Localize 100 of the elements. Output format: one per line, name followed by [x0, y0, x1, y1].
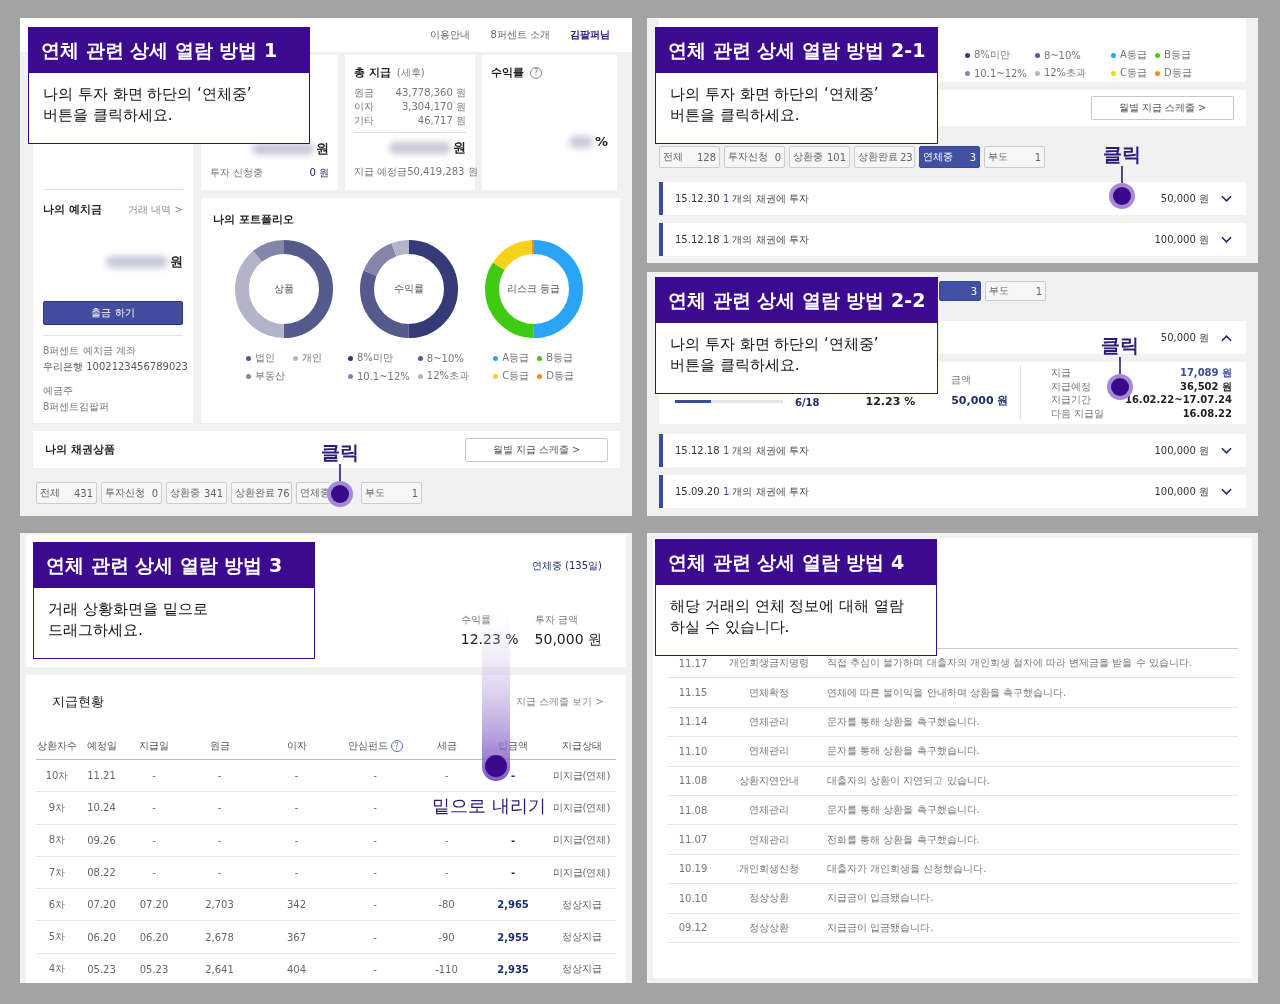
investment-date: 15.12.18: [675, 445, 721, 456]
filter-chip[interactable]: 연체중 3: [919, 146, 980, 168]
filter-chip[interactable]: 연체중: [296, 482, 330, 504]
filter-chip[interactable]: 전체 431: [36, 482, 97, 504]
investment-text: 개의 채권에 투자: [732, 443, 809, 458]
column-header: 이자: [285, 739, 308, 753]
investment-row[interactable]: 15.09.20 1 개의 채권에 투자 100,000 원: [659, 475, 1246, 508]
legend-label: 10.1~12%: [356, 370, 410, 382]
table-cell-text: -110: [434, 963, 459, 975]
investment-row[interactable]: 15.12.18 1 개의 채권에 투자 100,000 원: [659, 223, 1246, 256]
section-title: 나의 포트폴리오: [213, 213, 294, 226]
table-cell-text: 2,703: [204, 899, 235, 911]
return-rate: 12.23 %: [865, 394, 916, 408]
log-message: 문자를 통해 상환을 촉구했습니다.: [826, 744, 981, 759]
callout-text: 해당 거래의 연체 정보에 대해 열람 하실 수 있습니다.: [670, 596, 905, 638]
legend-label: D등급: [546, 369, 574, 383]
table-cell-text: 09.26: [86, 834, 117, 846]
card-note: (세후): [396, 65, 425, 80]
callout-text: 나의 투자 화면 하단의 ‘연체중’ 버튼을 클릭하세요.: [670, 84, 880, 126]
legend-label: B등급: [1164, 48, 1191, 62]
table-cell-text: -: [293, 867, 300, 879]
table-cell-text: -: [372, 867, 378, 879]
investment-amount: 100,000 원: [1154, 484, 1209, 499]
filter-chip[interactable]: 부도 1: [985, 281, 1046, 301]
filter-chip[interactable]: 투자신청 0: [724, 146, 785, 168]
history-link[interactable]: 거래 내역 >: [128, 202, 183, 217]
bond-count: 1: [723, 445, 730, 456]
log-type: 연체확정: [748, 685, 790, 700]
table-cell-text: 6차: [47, 897, 67, 912]
holder-label: 예금주: [43, 384, 74, 398]
withdraw-button[interactable]: 출금 하기: [43, 301, 183, 325]
tap-indicator-icon: [326, 464, 354, 508]
table-cell-text: 06.20: [86, 931, 117, 943]
table-cell-text: -: [293, 770, 300, 782]
chevron-icon[interactable]: [1221, 446, 1232, 455]
payout-label: 원금: [354, 86, 374, 100]
table-cell-text: -: [443, 867, 450, 879]
detail-value: 36,502 원: [1179, 379, 1232, 393]
chevron-icon[interactable]: [1221, 235, 1232, 244]
table-cell-text: -: [509, 867, 517, 879]
investment-amount: 50,000 원: [1160, 191, 1209, 206]
table-cell-text: 367: [285, 931, 308, 943]
table-cell-text: 미지급(연체): [551, 768, 612, 783]
table-cell-text: -: [216, 867, 223, 879]
section-title: 나의 예치금: [43, 202, 102, 217]
log-type: 상환지연안내: [738, 773, 800, 788]
payout-label: 기타: [354, 114, 374, 128]
filter-chip[interactable]: 상환중 341: [166, 482, 227, 504]
chevron-icon[interactable]: [1221, 333, 1232, 342]
payout-value: 46,717 원: [417, 114, 466, 128]
filter-chip[interactable]: 전체 128: [659, 146, 720, 168]
schedule-button[interactable]: 월별 지급 스케줄 >: [1091, 96, 1234, 120]
table-cell-text: -: [151, 834, 157, 846]
investment-date: 15.09.20: [675, 486, 721, 497]
investment-amount: 50,000 원: [1160, 330, 1209, 345]
log-date: 10.10: [677, 892, 709, 904]
nav-link[interactable]: 김팔퍼님: [570, 28, 610, 42]
expected-label: 지급 예정금: [354, 165, 408, 179]
table-cell-text: -: [293, 834, 300, 846]
bond-count: 1: [723, 193, 730, 204]
log-type: 개인회생신청: [738, 861, 800, 876]
investment-row[interactable]: 15.12.18 1 개의 채권에 투자 100,000 원: [659, 434, 1246, 467]
filter-chip[interactable]: 상환완료 23: [854, 146, 915, 168]
schedule-button[interactable]: 월별 지급 스케줄 >: [465, 437, 608, 462]
table-cell-text: -: [372, 931, 378, 943]
currency-unit: 원: [453, 139, 466, 157]
table-cell-text: 5차: [47, 930, 67, 945]
filter-chip[interactable]: 부도 1: [361, 482, 422, 504]
filter-chip[interactable]: 3: [939, 281, 981, 301]
legend-label: C등급: [1120, 66, 1147, 80]
filter-chip[interactable]: 투자신청 0: [101, 482, 162, 504]
filter-chip[interactable]: 상환완료 76: [231, 482, 292, 504]
investment-row[interactable]: 15.12.30 1 개의 채권에 투자 50,000 원: [659, 182, 1246, 215]
chevron-icon[interactable]: [1221, 194, 1232, 203]
table-cell-text: -: [151, 867, 157, 879]
table-cell-text: 11.21: [86, 770, 117, 782]
table-cell-text: -: [509, 834, 517, 846]
nav-link[interactable]: 8퍼센트 소개: [490, 28, 550, 42]
donut-label: 수익률: [392, 282, 425, 296]
table-cell-text: 2,955: [496, 931, 530, 943]
stat-value: 50,000 원: [534, 631, 602, 649]
log-type: 연체관리: [748, 803, 790, 818]
log-date: 11.08: [677, 804, 709, 816]
table-cell-text: 4차: [47, 962, 67, 977]
table-cell-text: 정상지급: [560, 962, 603, 977]
legend-label: 12%초과: [426, 369, 470, 383]
table-cell-text: 2,678: [204, 931, 235, 943]
table-cell-text: 8차: [47, 833, 67, 848]
log-type: 개인회생금지명령: [728, 656, 810, 671]
card-title: 수익률: [491, 65, 524, 80]
table-cell-text: 08.22: [86, 867, 117, 879]
chevron-icon[interactable]: [1221, 487, 1232, 496]
bond-count: 1: [723, 486, 730, 497]
schedule-link[interactable]: 지급 스케줄 보기 >: [516, 695, 604, 709]
detail-label: 지급예정: [1051, 379, 1091, 393]
filter-chip[interactable]: 부도 1: [984, 146, 1045, 168]
nav-link[interactable]: 이용안내: [430, 28, 471, 42]
pending-label: 투자 신청중: [210, 166, 264, 180]
stat-label: 투자 금액: [534, 613, 579, 627]
filter-chip[interactable]: 상환중 101: [789, 146, 850, 168]
